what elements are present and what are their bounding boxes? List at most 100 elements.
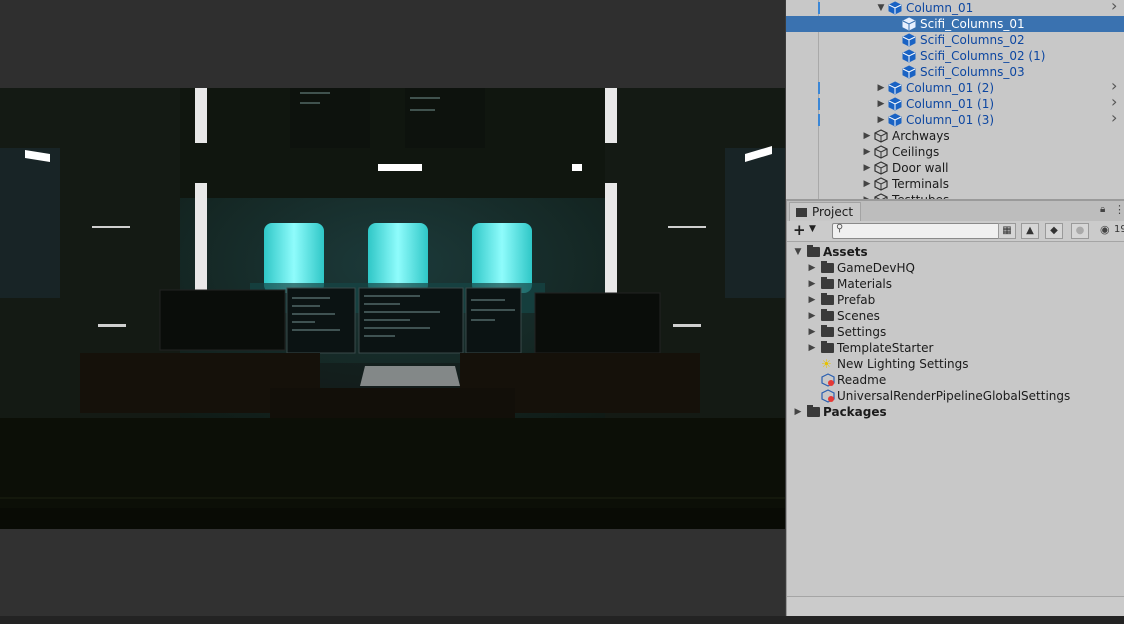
eye-icon[interactable]: ◉ <box>1100 223 1110 236</box>
project-item[interactable]: ▶ GameDevHQ <box>787 260 1124 276</box>
collapse-arrow-icon[interactable]: ▶ <box>862 144 872 160</box>
folder-icon <box>821 277 834 289</box>
collapse-arrow-icon[interactable]: ▶ <box>876 80 886 96</box>
hierarchy-panel[interactable]: ▼ Column_01 › Scifi_Columns_01 Scifi_Columns… <box>786 0 1124 199</box>
collapse-arrow-icon[interactable]: ▶ <box>862 128 872 144</box>
hierarchy-item-label: Column_01 <box>906 1 974 15</box>
hierarchy-item[interactable]: Scifi_Columns_02 (1) <box>786 48 1124 64</box>
hierarchy-item-label: Scifi_Columns_02 (1) <box>920 49 1046 63</box>
project-item-label: Prefab <box>837 293 876 307</box>
project-item-label: UniversalRenderPipelineGlobalSettings <box>837 389 1071 403</box>
override-marker <box>818 82 820 94</box>
project-item[interactable]: UniversalRenderPipelineGlobalSettings <box>787 388 1124 404</box>
collapse-arrow-icon[interactable]: ▶ <box>876 112 886 128</box>
project-item-label: New Lighting Settings <box>837 357 969 371</box>
hierarchy-item[interactable]: ▶ Terminals <box>786 176 1124 192</box>
hierarchy-item[interactable]: Scifi_Columns_03 <box>786 64 1124 80</box>
prefab-cube-icon <box>902 65 916 79</box>
lock-icon[interactable]: 🔒︎ <box>1100 204 1105 215</box>
project-toolbar: + ▼ ⚲ ▦ ▲ ◆ ● ◉ 19 <box>787 221 1124 242</box>
gameobject-cube-icon <box>874 129 888 143</box>
collapse-arrow-icon[interactable]: ▶ <box>876 96 886 112</box>
project-item[interactable]: ▶ Packages <box>787 404 1124 420</box>
project-item[interactable]: ▼ Assets <box>787 244 1124 260</box>
favorites-icon[interactable]: ● <box>1071 223 1089 239</box>
prefab-cube-icon <box>902 49 916 63</box>
override-marker <box>818 2 820 14</box>
search-input[interactable]: ⚲ <box>832 223 1000 239</box>
hierarchy-item-label: Archways <box>892 129 950 143</box>
prefab-cube-icon <box>888 97 902 111</box>
gameobject-cube-icon <box>874 161 888 175</box>
game-view-top-area <box>0 0 785 88</box>
project-panel[interactable]: Project 🔒︎ ⋮ + ▼ ⚲ ▦ ▲ ◆ ● ◉ 19 ▼ Assets ▶… <box>786 201 1124 617</box>
hierarchy-item[interactable]: ▶ Archways <box>786 128 1124 144</box>
scriptable-asset-icon <box>821 373 835 387</box>
collapse-arrow-icon[interactable]: ▶ <box>793 404 803 420</box>
open-prefab-chevron-icon[interactable]: › <box>1111 0 1117 14</box>
hierarchy-item[interactable]: ▶ Column_01 (1) › <box>786 94 1124 112</box>
hierarchy-item-label: Door wall <box>892 161 949 175</box>
hierarchy-item-label: Scifi_Columns_02 <box>920 33 1025 47</box>
project-item-label: Packages <box>823 405 887 419</box>
lightbulb-icon: ☀ <box>821 357 832 371</box>
hierarchy-item[interactable]: ▶ Door wall <box>786 160 1124 176</box>
folder-icon <box>821 293 834 305</box>
expand-arrow-icon[interactable]: ▼ <box>793 244 803 260</box>
collapse-arrow-icon[interactable]: ▶ <box>807 324 817 340</box>
search-by-type-button[interactable]: ▦ <box>998 223 1016 239</box>
tab-project-label: Project <box>812 205 854 219</box>
project-item-label: Scenes <box>837 309 880 323</box>
hierarchy-item-label: Scifi_Columns_01 <box>920 17 1025 31</box>
project-footer <box>787 596 1124 617</box>
hierarchy-item[interactable]: ▶ Testtubes <box>786 192 1124 199</box>
status-bar <box>0 616 1124 624</box>
collapse-arrow-icon[interactable]: ▶ <box>862 160 872 176</box>
project-item[interactable]: ▶ Prefab <box>787 292 1124 308</box>
project-item[interactable]: ▶ Materials <box>787 276 1124 292</box>
hierarchy-item-label: Testtubes <box>892 192 949 199</box>
project-item[interactable]: Readme <box>787 372 1124 388</box>
collapse-arrow-icon[interactable]: ▶ <box>807 292 817 308</box>
filter-by-type-icon[interactable]: ▲ <box>1021 223 1039 239</box>
collapse-arrow-icon[interactable]: ▶ <box>862 192 872 199</box>
project-item[interactable]: ▶ TemplateStarter <box>787 340 1124 356</box>
chevron-down-icon[interactable]: ▼ <box>809 224 816 234</box>
game-view[interactable] <box>0 0 785 618</box>
filter-by-label-icon[interactable]: ◆ <box>1045 223 1063 239</box>
folder-icon <box>821 341 834 353</box>
folder-icon <box>821 325 834 337</box>
folder-tab-icon <box>796 208 807 217</box>
open-prefab-chevron-icon[interactable]: › <box>1111 110 1117 126</box>
project-item[interactable]: ▶ Settings <box>787 324 1124 340</box>
hierarchy-item-label: Scifi_Columns_03 <box>920 65 1025 79</box>
hierarchy-item[interactable]: Scifi_Columns_02 <box>786 32 1124 48</box>
project-item-label: GameDevHQ <box>837 261 915 275</box>
tab-project[interactable]: Project <box>789 202 861 222</box>
hierarchy-item[interactable]: ▶ Column_01 (2) › <box>786 78 1124 96</box>
hierarchy-item[interactable]: ▶ Column_01 (3) › <box>786 110 1124 128</box>
project-item[interactable]: ▶ Scenes <box>787 308 1124 324</box>
game-view-bottom-area <box>0 529 785 618</box>
add-button[interactable]: + <box>793 221 806 239</box>
collapse-arrow-icon[interactable]: ▶ <box>862 176 872 192</box>
project-item-label: Materials <box>837 277 893 291</box>
prefab-cube-icon <box>888 81 902 95</box>
hierarchy-item-label: Column_01 (2) <box>906 81 995 95</box>
project-item[interactable]: ☀ New Lighting Settings <box>787 356 1124 372</box>
hierarchy-item-label: Ceilings <box>892 145 940 159</box>
hierarchy-item[interactable]: Scifi_Columns_01 <box>786 16 1124 32</box>
collapse-arrow-icon[interactable]: ▶ <box>807 308 817 324</box>
kebab-menu-icon[interactable]: ⋮ <box>1114 203 1124 216</box>
hierarchy-item[interactable]: ▼ Column_01 › <box>786 0 1124 16</box>
project-tabbar: Project 🔒︎ ⋮ <box>787 201 1124 222</box>
prefab-cube-icon <box>888 1 902 15</box>
expand-arrow-icon[interactable]: ▼ <box>876 0 886 16</box>
collapse-arrow-icon[interactable]: ▶ <box>807 260 817 276</box>
prefab-cube-icon <box>902 17 916 31</box>
hierarchy-item[interactable]: ▶ Ceilings <box>786 144 1124 160</box>
game-render-viewport[interactable] <box>0 88 785 529</box>
folder-icon <box>821 261 834 273</box>
collapse-arrow-icon[interactable]: ▶ <box>807 340 817 356</box>
collapse-arrow-icon[interactable]: ▶ <box>807 276 817 292</box>
